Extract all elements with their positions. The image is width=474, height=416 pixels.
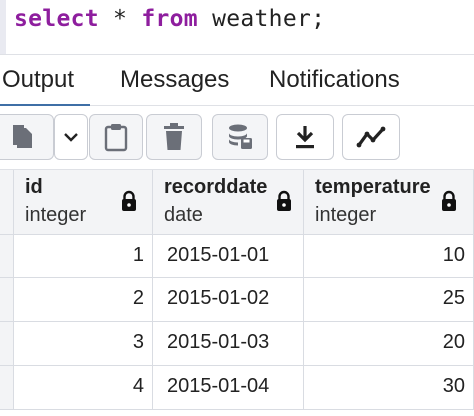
column-header-id[interactable]: id integer <box>14 170 153 235</box>
copy-options-dropdown[interactable] <box>54 114 88 160</box>
graph-icon <box>356 126 386 148</box>
cell-value: 2015-01-03 <box>167 331 270 353</box>
row-number-cell[interactable] <box>0 278 14 322</box>
save-data-icon <box>229 124 252 149</box>
table-cell-temperature[interactable]: 30 <box>304 366 474 410</box>
graph-visualiser-button[interactable] <box>342 114 400 160</box>
table-cell-id[interactable]: 4 <box>14 366 153 410</box>
cell-value: 2015-01-02 <box>167 287 270 309</box>
cell-value: 4 <box>132 375 144 397</box>
lock-icon <box>122 190 136 211</box>
column-type: integer <box>315 204 377 226</box>
tab-output[interactable]: Output <box>0 66 91 108</box>
results-toolbar <box>0 106 474 170</box>
column-type: date <box>164 204 203 226</box>
table-cell-id[interactable]: 2 <box>14 278 153 322</box>
tab-notifications[interactable]: Notifications <box>269 66 400 94</box>
copy-button[interactable] <box>0 114 54 160</box>
sql-table-name: weather; <box>197 6 326 32</box>
copy-icon <box>13 125 32 148</box>
download-icon <box>296 126 314 149</box>
cell-value: 2015-01-01 <box>167 244 270 266</box>
table-cell-recorddate[interactable]: 2015-01-04 <box>153 366 304 410</box>
table-cell-recorddate[interactable]: 2015-01-01 <box>153 235 304 278</box>
table-cell-recorddate[interactable]: 2015-01-03 <box>153 322 304 366</box>
sql-keyword-from: from <box>141 6 198 32</box>
cell-value: 10 <box>442 244 465 266</box>
column-name: temperature <box>315 176 431 198</box>
row-number-cell[interactable] <box>0 322 14 366</box>
column-type: integer <box>25 204 87 226</box>
column-header-temperature[interactable]: temperature integer <box>304 170 474 235</box>
cell-value: 30 <box>442 375 465 397</box>
table-cell-recorddate[interactable]: 2015-01-02 <box>153 278 304 322</box>
row-number-cell[interactable] <box>0 366 14 410</box>
lock-icon <box>277 190 291 211</box>
paste-icon <box>104 124 128 152</box>
column-name: recorddate <box>164 176 268 198</box>
sql-query[interactable]: select * from weather; <box>14 5 325 33</box>
cell-value: 25 <box>442 287 465 309</box>
table-cell-id[interactable]: 1 <box>14 235 153 278</box>
sql-star: * <box>98 6 142 32</box>
cell-value: 2 <box>132 287 144 309</box>
save-data-button[interactable] <box>212 114 268 160</box>
delete-button[interactable] <box>146 114 202 160</box>
table-cell-id[interactable]: 3 <box>14 322 153 366</box>
cell-value: 1 <box>132 244 144 266</box>
sql-editor[interactable]: select * from weather; <box>0 0 474 54</box>
delete-icon <box>164 123 184 150</box>
row-number-header <box>0 170 14 235</box>
lock-icon <box>442 190 456 211</box>
table-cell-temperature[interactable]: 20 <box>304 322 474 366</box>
cell-value: 20 <box>442 331 465 353</box>
cell-value: 2015-01-04 <box>167 375 270 397</box>
chevron-down-icon <box>64 133 78 142</box>
download-button[interactable] <box>276 114 334 160</box>
editor-gutter <box>0 0 6 54</box>
table-cell-temperature[interactable]: 25 <box>304 278 474 322</box>
data-output-grid: id integer recorddate date temperature i… <box>0 170 474 416</box>
paste-button[interactable] <box>89 114 143 160</box>
column-name: id <box>25 176 43 198</box>
results-tabs: Output Messages Notifications <box>0 54 474 108</box>
row-number-cell[interactable] <box>0 235 14 278</box>
table-cell-temperature[interactable]: 10 <box>304 235 474 278</box>
column-header-recorddate[interactable]: recorddate date <box>153 170 304 235</box>
tab-messages[interactable]: Messages <box>120 66 229 94</box>
sql-keyword-select: select <box>14 6 99 32</box>
cell-value: 3 <box>132 331 144 353</box>
